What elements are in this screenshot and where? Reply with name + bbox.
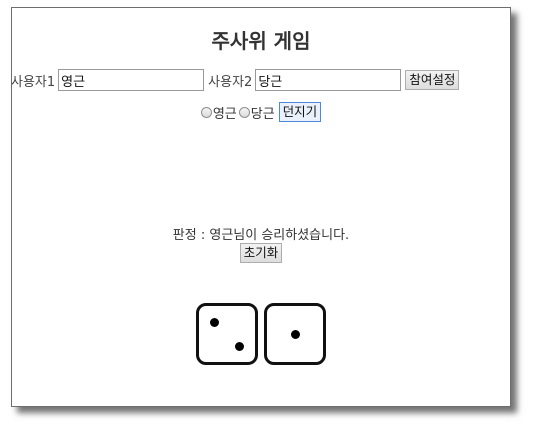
join-button[interactable]: 참여설정 [405, 70, 460, 90]
player2-radio[interactable] [238, 106, 250, 118]
reset-row: 초기화 [12, 243, 510, 263]
die-2 [264, 303, 326, 365]
player2-input[interactable] [255, 69, 402, 91]
player2-radio-label: 당근 [250, 106, 275, 122]
die-pip [210, 318, 220, 328]
player1-input[interactable] [58, 69, 205, 91]
roll-button[interactable]: 던지기 [278, 102, 322, 122]
player1-radio[interactable] [200, 106, 212, 118]
player-setup-row: 사용자1 사용자2 참여설정 [11, 67, 511, 93]
page-title: 주사위 게임 [211, 29, 311, 53]
die-pip [234, 341, 244, 351]
player1-radio-label: 영근 [212, 106, 237, 122]
dice-area [12, 303, 510, 369]
player1-label: 사용자1 [11, 74, 56, 90]
turn-row: 영근 당근 던지기 [12, 100, 510, 124]
die-pip [290, 329, 300, 339]
player2-label: 사용자2 [208, 74, 253, 90]
reset-button[interactable]: 초기화 [239, 243, 283, 263]
die-1 [196, 303, 258, 365]
result-text: 판정 : 영근님이 승리하셨습니다. [172, 228, 350, 243]
app-window: 주사위 게임 사용자1 사용자2 참여설정 영근 당근 던지기 판정 : 영근님… [11, 7, 511, 407]
